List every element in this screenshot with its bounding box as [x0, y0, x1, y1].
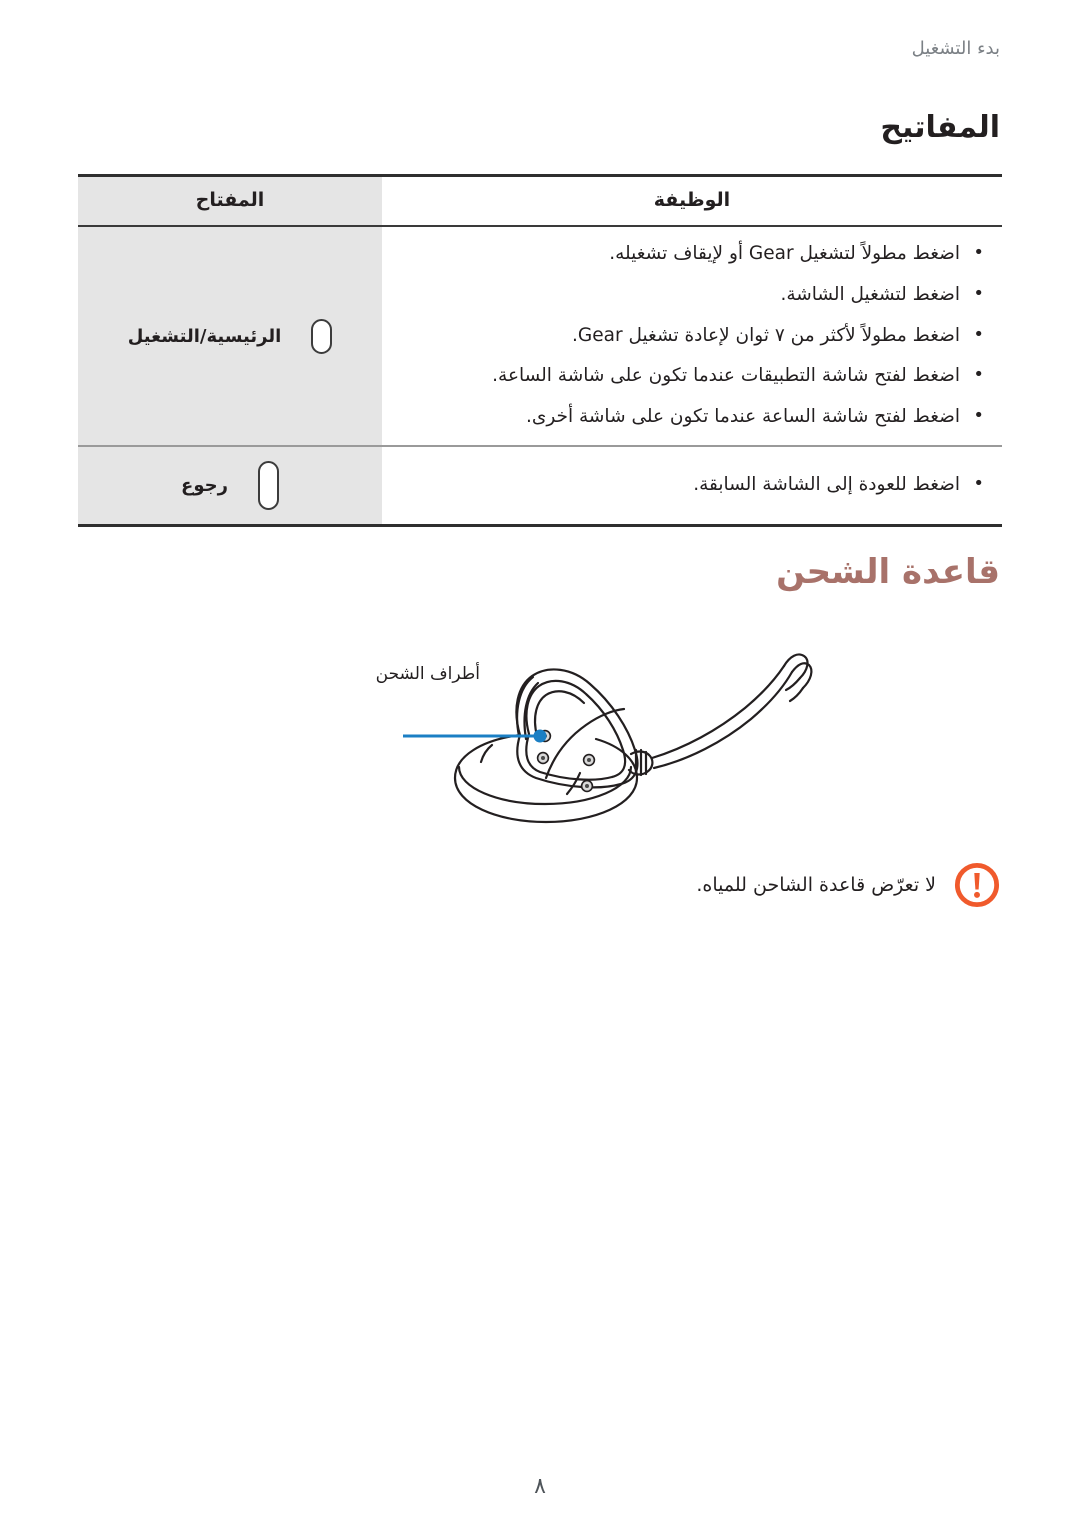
table-row: اضغط للعودة إلى الشاشة السابقة. رجوع [78, 446, 1002, 526]
column-header-function: الوظيفة [382, 175, 1002, 227]
keys-table-body: اضغط مطولاً لتشغيل Gear أو لإيقاف تشغيله… [78, 226, 1002, 526]
charging-terminals [536, 729, 596, 793]
charging-dock-illustration [0, 608, 1080, 848]
column-header-key: المفتاح [78, 175, 382, 227]
list-item: اضغط للعودة إلى الشاشة السابقة. [398, 471, 986, 499]
list-item: اضغط لتشغيل الشاشة. [398, 281, 986, 309]
function-cell: اضغط للعودة إلى الشاشة السابقة. [382, 446, 1002, 526]
function-list: اضغط للعودة إلى الشاشة السابقة. [398, 471, 986, 499]
section-heading-charging-dock: قاعدة الشحن [776, 552, 1000, 592]
function-list: اضغط مطولاً لتشغيل Gear أو لإيقاف تشغيله… [398, 240, 986, 431]
callout-leader-dot [533, 729, 547, 743]
key-cell: الرئيسية/التشغيل [78, 226, 382, 448]
list-item: اضغط مطولاً لأكثر من ٧ ثوان لإعادة تشغيل… [398, 322, 986, 350]
key-label-power-home: الرئيسية/التشغيل [127, 325, 282, 347]
warning-note: لا تعرّض قاعدة الشاحن للمياه. [240, 862, 1000, 908]
key-cell-inner: الرئيسية/التشغيل [94, 318, 366, 354]
pill-button-tall-icon [257, 461, 279, 511]
keys-table-header: الوظيفة المفتاح [78, 175, 1002, 227]
page-number: ٨ [534, 1474, 546, 1499]
key-cell: رجوع [78, 446, 382, 526]
charging-dock-drawing [403, 653, 813, 824]
list-item: اضغط مطولاً لتشغيل Gear أو لإيقاف تشغيله… [398, 240, 986, 268]
running-header: بدء التشغيل [911, 38, 1000, 59]
keys-table-container: الوظيفة المفتاح اضغط مطولاً لتشغيل Gear … [78, 174, 1002, 528]
table-header-row: الوظيفة المفتاح [78, 175, 1002, 227]
keys-table: الوظيفة المفتاح اضغط مطولاً لتشغيل Gear … [78, 174, 1002, 528]
pill-button-small-icon [311, 318, 333, 354]
manual-page: بدء التشغيل المفاتيح الوظيفة المفتاح اضغ… [0, 0, 1080, 1527]
warning-text: لا تعرّض قاعدة الشاحن للمياه. [696, 873, 936, 896]
key-cell-inner: رجوع [94, 461, 366, 511]
warning-exclamation-icon [954, 862, 1000, 908]
list-item: اضغط لفتح شاشة التطبيقات عندما تكون على … [398, 362, 986, 390]
key-label-back: رجوع [181, 475, 228, 497]
page-title: المفاتيح [880, 110, 1000, 145]
function-cell: اضغط مطولاً لتشغيل Gear أو لإيقاف تشغيله… [382, 226, 1002, 448]
list-item: اضغط لفتح شاشة الساعة عندما تكون على شاش… [398, 403, 986, 431]
table-row: اضغط مطولاً لتشغيل Gear أو لإيقاف تشغيله… [78, 226, 1002, 448]
